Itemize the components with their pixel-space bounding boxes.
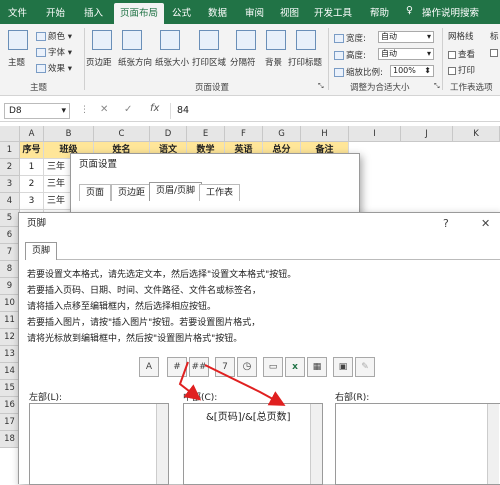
arrow-to-page-number-button: [178, 361, 202, 401]
arrow-to-page-count-button: [204, 364, 286, 406]
annotation-arrows: [178, 361, 286, 406]
